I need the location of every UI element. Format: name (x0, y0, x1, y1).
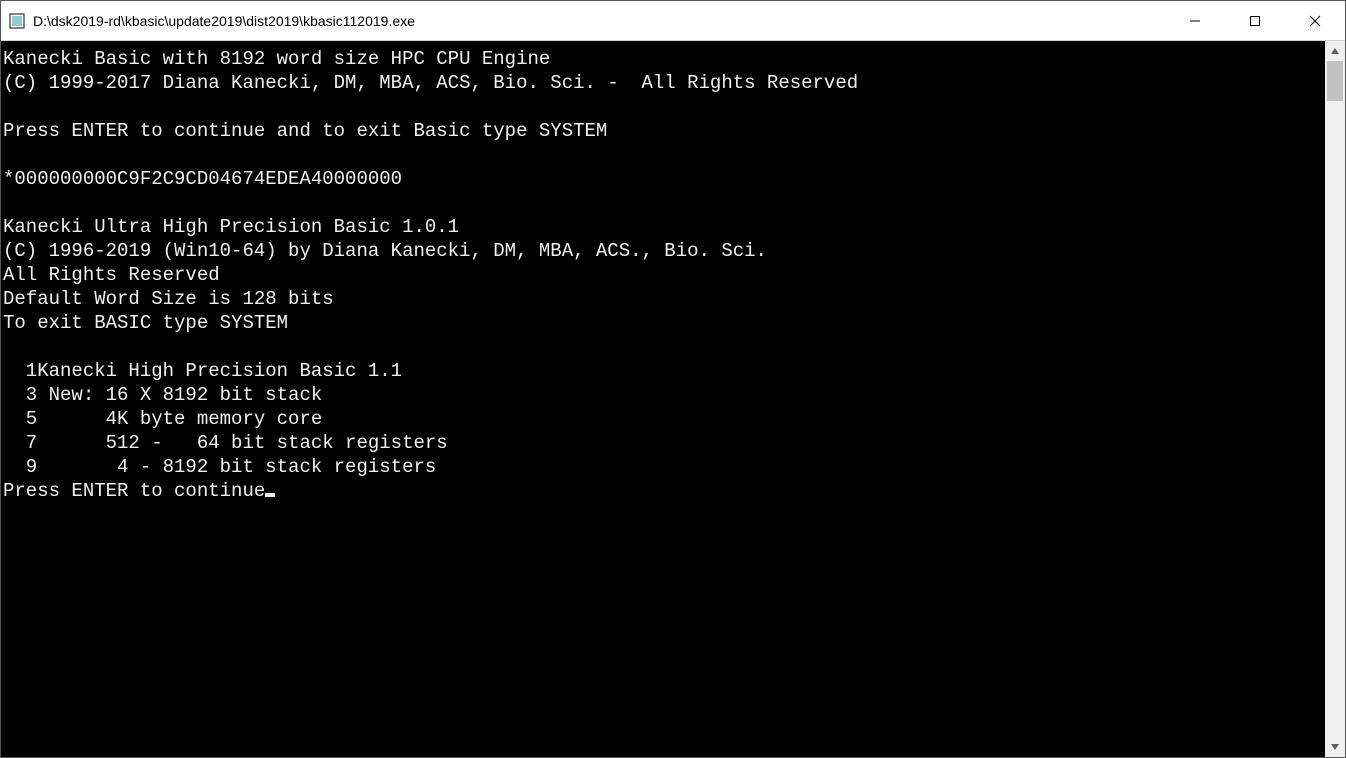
minimize-button[interactable] (1165, 1, 1225, 40)
scroll-track[interactable] (1325, 61, 1345, 737)
vertical-scrollbar[interactable] (1325, 41, 1345, 757)
close-button[interactable] (1285, 1, 1345, 40)
window-title: D:\dsk2019-rd\kbasic\update2019\dist2019… (33, 13, 1165, 29)
titlebar[interactable]: D:\dsk2019-rd\kbasic\update2019\dist2019… (1, 1, 1345, 41)
app-icon (9, 13, 25, 29)
scroll-up-arrow[interactable] (1325, 41, 1345, 61)
console-output: Kanecki Basic with 8192 word size HPC CP… (1, 41, 1325, 757)
maximize-button[interactable] (1225, 1, 1285, 40)
scroll-down-arrow[interactable] (1325, 737, 1345, 757)
console-window: D:\dsk2019-rd\kbasic\update2019\dist2019… (0, 0, 1346, 758)
console-area[interactable]: Kanecki Basic with 8192 word size HPC CP… (1, 41, 1345, 757)
text-cursor (265, 493, 275, 497)
scroll-thumb[interactable] (1327, 61, 1343, 101)
window-controls (1165, 1, 1345, 40)
